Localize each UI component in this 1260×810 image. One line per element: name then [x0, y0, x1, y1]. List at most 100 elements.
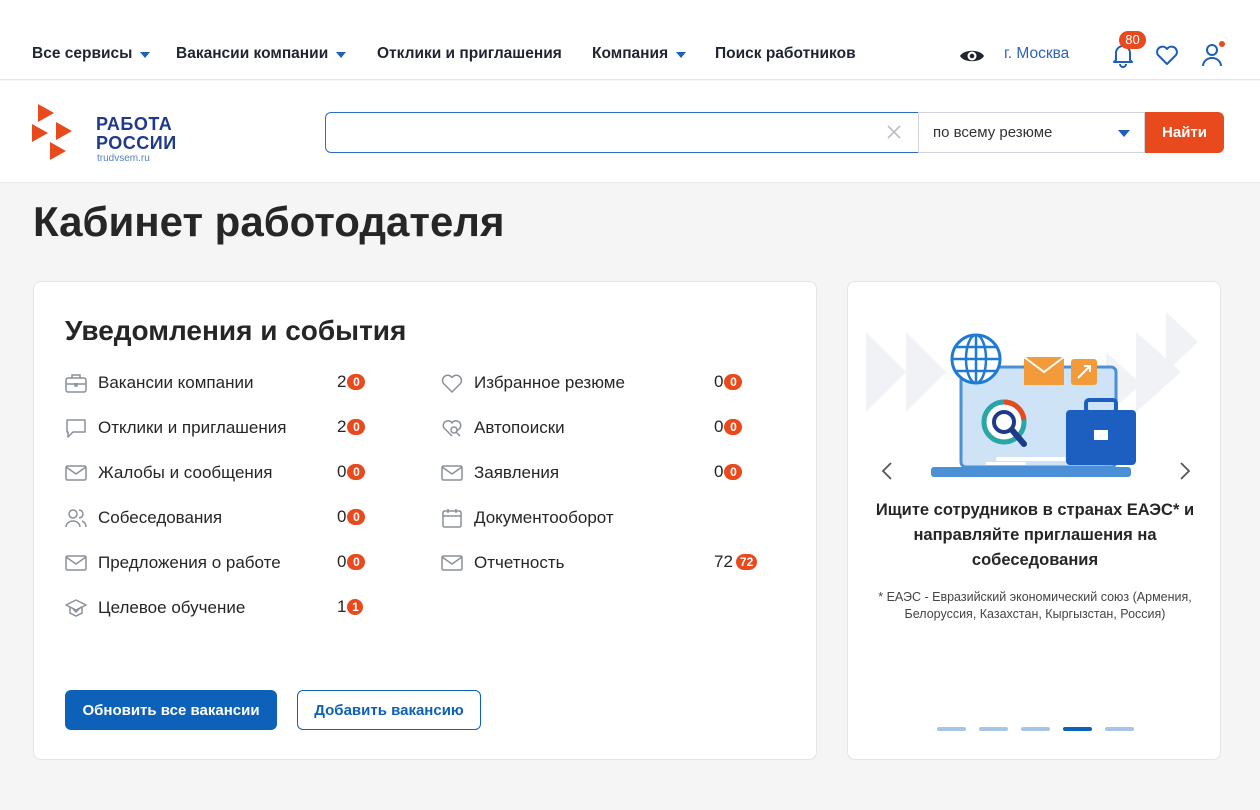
nav-all-services-label: Все сервисы — [32, 45, 133, 62]
heart-icon[interactable] — [1154, 42, 1180, 68]
chevron-down-icon — [676, 51, 687, 58]
chevron-right-icon[interactable] — [1178, 460, 1192, 482]
user-profile-icon[interactable] — [1199, 40, 1227, 68]
top-navigation: Все сервисы Вакансии компании Отклики и … — [0, 0, 1260, 80]
item-label: Документооборот — [474, 508, 614, 527]
envelope-icon — [65, 555, 87, 571]
item-label: Собеседования — [98, 508, 223, 527]
item-favorite-resumes[interactable]: Избранное резюме — [440, 369, 625, 397]
nav-responses-invitations[interactable]: Отклики и приглашения — [377, 45, 562, 63]
item-count: 00 — [714, 462, 743, 482]
count-badge: 0 — [347, 554, 366, 570]
envelope-icon — [441, 465, 463, 481]
nav-search-workers[interactable]: Поиск работников — [715, 45, 856, 63]
item-count: 00 — [714, 372, 743, 392]
heart-icon — [441, 374, 463, 393]
page-title: Кабинет работодателя — [33, 198, 505, 245]
add-vacancy-button[interactable]: Добавить вакансию — [297, 690, 481, 730]
city-selector[interactable]: г. Москва — [1004, 45, 1069, 63]
count-value: 0 — [714, 417, 724, 436]
count-value: 72 — [714, 552, 733, 571]
chevron-down-icon — [336, 51, 347, 58]
item-label: Заявления — [474, 463, 560, 482]
item-label: Отклики и приглашения — [98, 418, 287, 437]
logo-domain: trudvsem.ru — [97, 153, 150, 164]
carousel-dot[interactable] — [937, 727, 966, 731]
search-input[interactable] — [336, 121, 876, 145]
logo[interactable]: РАБОТА РОССИИ trudvsem.ru — [32, 102, 192, 164]
carousel-dot[interactable] — [979, 727, 1008, 731]
item-count: 00 — [337, 552, 366, 572]
item-company-vacancies[interactable]: Вакансии компании — [64, 369, 253, 397]
item-interviews[interactable]: Собеседования — [64, 504, 222, 532]
item-responses-invitations[interactable]: Отклики и приглашения — [64, 414, 286, 442]
logo-text-line2: РОССИИ — [96, 133, 177, 153]
count-badge: 0 — [347, 374, 366, 390]
search-box — [325, 112, 919, 153]
count-value: 2 — [337, 372, 347, 391]
item-count: 20 — [337, 417, 366, 437]
carousel-dots — [937, 727, 1134, 731]
item-document-flow[interactable]: Документооборот — [440, 504, 614, 532]
item-label: Жалобы и сообщения — [98, 463, 273, 482]
item-auto-searches[interactable]: Автопоиски — [440, 414, 565, 442]
item-count: 72 72 — [714, 552, 758, 572]
item-count: 00 — [714, 417, 743, 437]
item-label: Вакансии компании — [98, 373, 254, 392]
logo-text-line1: РАБОТА — [96, 114, 173, 134]
count-badge: 72 — [735, 554, 758, 570]
item-complaints-messages[interactable]: Жалобы и сообщения — [64, 459, 272, 487]
search-scope-value: по всему резюме — [933, 124, 1053, 141]
nav-search-workers-label: Поиск работников — [715, 45, 856, 62]
count-value: 0 — [714, 372, 724, 391]
people-icon — [65, 509, 87, 528]
count-badge: 0 — [347, 509, 366, 525]
nav-company[interactable]: Компания — [592, 45, 687, 63]
section-title: Уведомления и события — [65, 315, 407, 346]
item-count: 00 — [337, 507, 366, 527]
search-scope-select[interactable]: по всему резюме — [918, 112, 1145, 153]
count-value: 2 — [337, 417, 347, 436]
count-value: 0 — [337, 507, 347, 526]
briefcase-icon — [65, 374, 87, 393]
item-label: Целевое обучение — [98, 598, 246, 617]
item-label: Избранное резюме — [474, 373, 625, 392]
promo-title: Ищите сотрудников в странах ЕАЭС* и напр… — [875, 501, 1195, 569]
count-value: 0 — [337, 462, 347, 481]
carousel-dot-active[interactable] — [1063, 727, 1092, 731]
count-badge: 0 — [724, 464, 743, 480]
count-value: 0 — [714, 462, 724, 481]
item-count: 11 — [337, 597, 364, 617]
clear-icon[interactable] — [887, 125, 901, 139]
item-count: 20 — [337, 372, 366, 392]
count-badge: 0 — [724, 419, 743, 435]
nav-company-vacancies-label: Вакансии компании — [176, 45, 329, 62]
item-job-offers[interactable]: Предложения о работе — [64, 549, 281, 577]
item-label: Отчетность — [474, 553, 565, 572]
chevron-down-icon — [140, 51, 151, 58]
notifications-card: Уведомления и события Вакансии компании … — [33, 281, 817, 760]
chevron-down-icon — [1118, 130, 1130, 137]
carousel-dot[interactable] — [1105, 727, 1134, 731]
nav-company-vacancies[interactable]: Вакансии компании — [176, 45, 347, 63]
item-count: 00 — [337, 462, 366, 482]
envelope-icon — [65, 465, 87, 481]
eye-icon[interactable] — [959, 46, 985, 66]
item-applications[interactable]: Заявления — [440, 459, 559, 487]
item-label: Автопоиски — [474, 418, 565, 437]
envelope-icon — [441, 555, 463, 571]
item-targeted-training[interactable]: Целевое обучение — [64, 594, 245, 622]
item-reporting[interactable]: Отчетность — [440, 549, 565, 577]
logo-mark-icon — [32, 104, 72, 160]
count-value: 0 — [337, 552, 347, 571]
chevron-left-icon[interactable] — [880, 460, 894, 482]
count-badge: 0 — [347, 419, 366, 435]
nav-all-services[interactable]: Все сервисы — [32, 45, 151, 63]
count-badge: 0 — [347, 464, 366, 480]
update-all-vacancies-button[interactable]: Обновить все вакансии — [65, 690, 277, 730]
search-submit-button[interactable]: Найти — [1145, 112, 1224, 153]
count-badge: 1 — [347, 599, 364, 615]
promo-note: * ЕАЭС - Евразийский экономический союз … — [878, 590, 1192, 621]
carousel-dot[interactable] — [1021, 727, 1050, 731]
nav-company-label: Компания — [592, 45, 669, 62]
